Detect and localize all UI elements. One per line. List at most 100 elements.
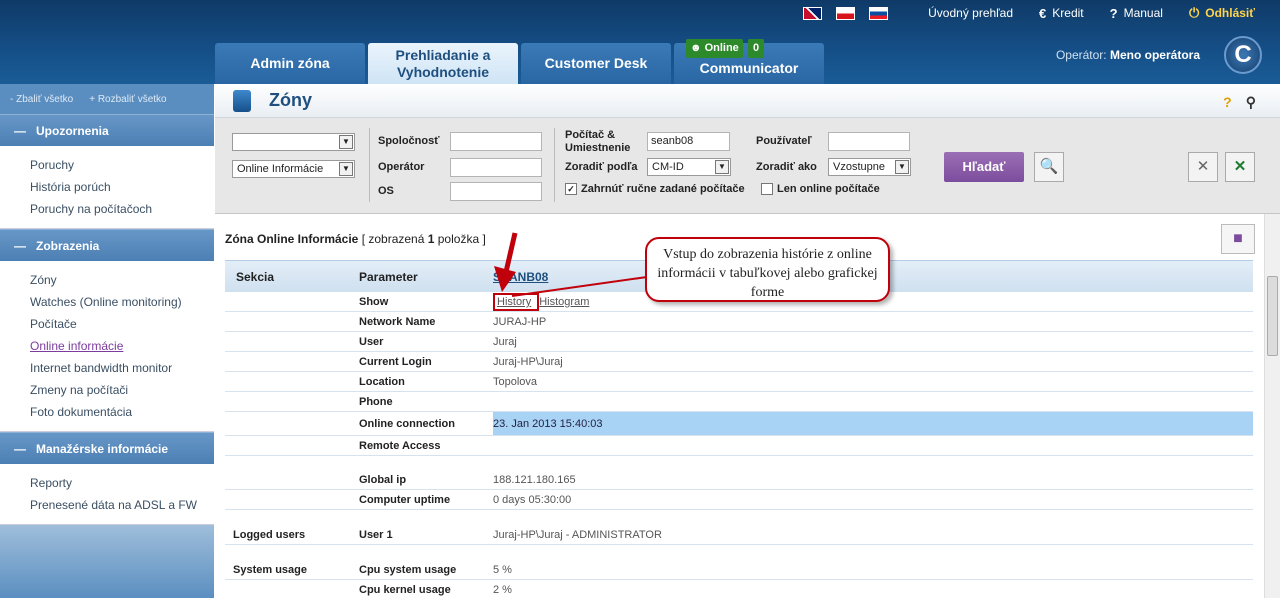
sort-order-select[interactable]: Vzostupne ▼ [828,158,911,176]
computer-input[interactable]: seanb08 [647,132,730,151]
credit-link[interactable]: € Kredit [1039,6,1084,21]
tab-admin-zone[interactable]: Admin zóna [215,43,365,84]
user-filter-label: Používateľ [756,135,812,147]
table-row: System usage Cpu system usage 5 % [225,560,1253,580]
sidebar-item-poruchy-pocitace[interactable]: Poruchy na počítačoch [30,198,214,220]
history-link[interactable]: History [497,296,531,308]
flag-sk-icon[interactable] [869,6,889,20]
sidebar-section-alerts[interactable]: — Upozornenia [0,114,214,146]
zone-title: Zóna Online Informácie [ zobrazená 1 pol… [225,232,486,246]
power-icon: ⏻ [1188,5,1200,20]
sidebar-management-items: Reporty Prenesené dáta na ADSL a FW [0,464,214,525]
os-input[interactable] [450,182,542,201]
cell-parameter: User [359,336,384,348]
cell-value: 2 % [493,584,512,596]
section-title: Upozornenia [36,123,109,138]
flag-cz-icon[interactable] [836,6,856,20]
chevron-down-icon: ▼ [715,160,729,174]
table-row: Cpu kernel usage 2 % [225,580,1253,598]
excel-icon[interactable]: ✕ [1225,152,1255,182]
tab-communicator[interactable]: ☻ Online 0 Communicator [674,39,824,84]
sidebar-item-foto[interactable]: Foto dokumentácia [30,401,214,423]
filter-select-2[interactable]: Online Informácie ▼ [232,160,355,178]
cell-value: Topolova [493,376,538,388]
logout-link[interactable]: ⏻ Odhlásiť [1189,5,1255,21]
page-title: Zóny [269,90,312,110]
table-row: Current Login Juraj-HP\Juraj [225,352,1253,372]
cell-section [225,580,359,598]
sidebar-item-poruchy[interactable]: Poruchy [30,154,214,176]
table-row: Logged users User 1 Juraj-HP\Juraj - ADMIN… [225,525,1253,545]
chevron-down-icon: ▼ [339,162,353,176]
annotation-callout: Vstup do zobrazenia histórie z online in… [645,237,890,302]
manual-link[interactable]: ? Manual [1110,6,1163,21]
user-input[interactable] [828,132,910,151]
flag-en-icon[interactable] [803,6,823,20]
table-row: Phone [225,392,1253,412]
sidebar-item-pocitace[interactable]: Počítače [30,313,214,335]
tab-review[interactable]: Prehliadanie a Vyhodnotenie [368,43,518,84]
histogram-link[interactable]: Histogram [539,296,589,308]
include-manual-checkbox[interactable]: ✓ Zahrnúť ručne zadané počítače [565,183,745,196]
col-header-parameter: Parameter [359,269,418,284]
sidebar-item-adsl[interactable]: Prenesené dáta na ADSL a FW [30,494,214,516]
manual-label: Manual [1123,6,1163,20]
sidebar-item-reporty[interactable]: Reporty [30,472,214,494]
table-row: Remote Access [225,436,1253,456]
chevron-down-icon: ▼ [339,135,353,149]
sidebar-item-zony[interactable]: Zóny [30,269,214,291]
sidebar: - Zbaliť všetko + Rozbaliť všetko — Upozor… [0,84,214,598]
euro-icon: € [1039,5,1047,21]
advanced-search-icon[interactable]: 🔍 [1034,152,1064,182]
save-icon[interactable]: ■ [1221,224,1255,254]
sidebar-item-online-info[interactable]: Online informácie [30,335,214,357]
expand-all-link[interactable]: + Rozbaliť všetko [89,94,166,105]
scrollbar-thumb[interactable] [1267,276,1278,356]
company-input[interactable] [450,132,542,151]
cell-parameter: Online connection [359,418,455,430]
tab-customer-desk[interactable]: Customer Desk [521,43,671,84]
operator-input[interactable] [450,158,542,177]
cell-value [493,436,1253,455]
tab-communicator-label: Communicator [699,60,799,76]
cell-section [225,312,359,331]
vertical-scrollbar[interactable] [1264,214,1280,598]
cell-section [225,470,359,489]
sort-by-select[interactable]: CM-ID ▼ [647,158,731,176]
table-row: Computer uptime 0 days 05:30:00 [225,490,1253,510]
operator-info: Operátor: Meno operátora [1056,48,1200,62]
search-button[interactable]: Hľadať [944,152,1024,182]
help-icon[interactable]: ? [1223,94,1232,111]
cell-parameter: Location [359,376,405,388]
sidebar-item-historia-poruch[interactable]: História porúch [30,176,214,198]
spacer-row [225,545,1253,560]
cell-value [493,392,1253,411]
operator-name[interactable]: Meno operátora [1110,48,1200,62]
cell-section: Logged users [233,529,306,541]
home-link[interactable]: Úvodný prehľad [928,6,1013,20]
cell-value: Juraj-HP\Juraj [493,356,563,368]
collapse-all-link[interactable]: - Zbaliť všetko [10,94,73,105]
top-nav: Úvodný prehľad € Kredit ? Manual ⏻ Odhlásiť [803,5,1255,21]
sidebar-item-zmeny[interactable]: Zmeny na počítači [30,379,214,401]
cell-value: 188.121.180.165 [493,474,576,486]
cell-section [225,292,359,311]
table-row: Network Name JURAJ-HP [225,312,1253,332]
filter-select-1[interactable]: ▼ [232,133,355,151]
credit-label: Kredit [1052,6,1084,20]
cell-parameter: Current Login [359,356,432,368]
os-label: OS [378,185,394,197]
sidebar-views-items: Zóny Watches (Online monitoring) Počítač… [0,261,214,432]
online-only-checkbox[interactable]: Len online počítače [761,183,880,196]
sidebar-section-management[interactable]: — Manažérske informácie [0,432,214,464]
sidebar-item-watches[interactable]: Watches (Online monitoring) [30,291,214,313]
search-icon[interactable]: ⚲ [1246,94,1256,111]
sidebar-section-views[interactable]: — Zobrazenia [0,229,214,261]
header: Úvodný prehľad € Kredit ? Manual ⏻ Odhlásiť… [0,0,1280,84]
zones-icon [233,89,251,112]
operator-label: Operátor: [1055,48,1107,62]
excel-export-icon[interactable]: ✕ [1188,152,1218,182]
cell-value: Juraj-HP\Juraj - ADMINISTRATOR [493,529,662,541]
sidebar-item-bandwidth[interactable]: Internet bandwidth monitor [30,357,214,379]
cell-value: JURAJ-HP [493,316,547,328]
